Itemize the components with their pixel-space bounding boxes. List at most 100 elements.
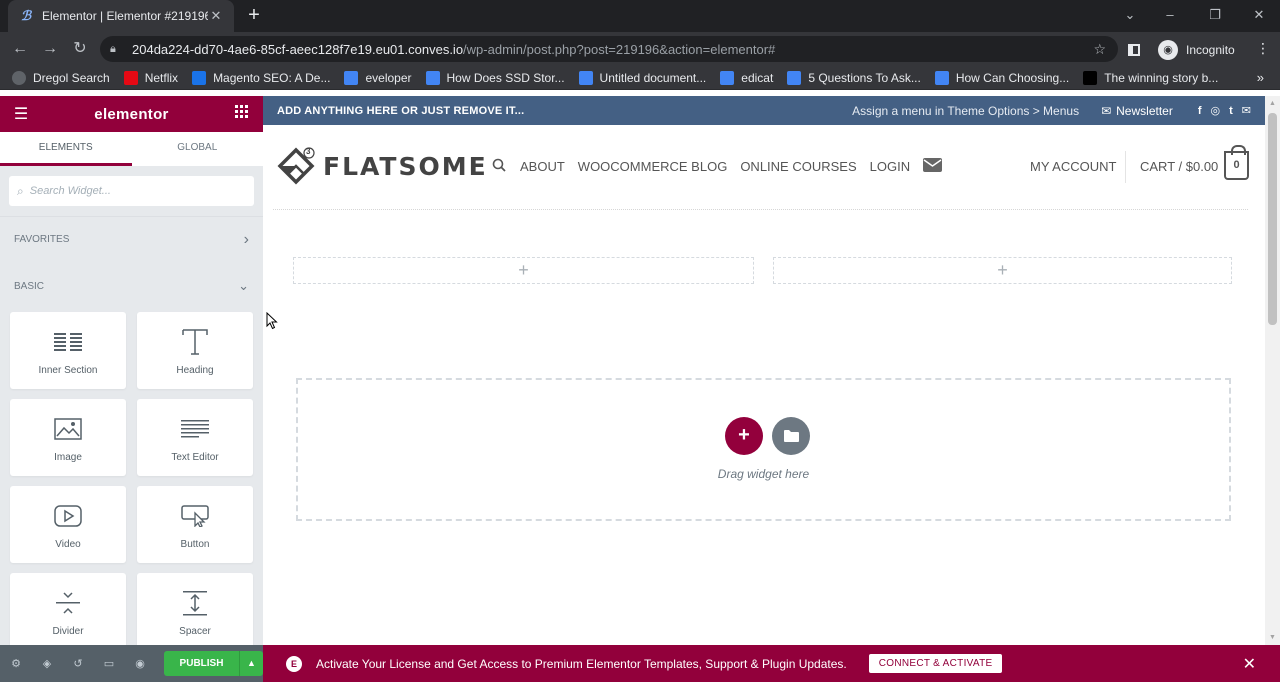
tab-close-icon[interactable]: ✕	[208, 8, 224, 24]
search-icon[interactable]	[492, 158, 506, 175]
inner-section-icon	[54, 325, 82, 359]
bookmark-item[interactable]: Netflix	[123, 70, 178, 85]
tab-elements[interactable]: ELEMENTS	[0, 132, 132, 166]
scroll-down-icon[interactable]: ▼	[1268, 633, 1277, 642]
scroll-up-icon[interactable]: ▲	[1268, 99, 1277, 108]
bookmark-label: Dregol Search	[33, 70, 110, 85]
add-section-button[interactable]: +	[725, 417, 763, 455]
d-icon	[1083, 70, 1098, 85]
bookmark-star-icon[interactable]: ☆	[1093, 41, 1106, 58]
doc-icon	[578, 70, 593, 85]
widget-search-input[interactable]: ⌕ Search Widget...	[9, 176, 254, 206]
profile-label: Incognito	[1186, 43, 1235, 57]
bookmark-item[interactable]: eveloper	[344, 70, 412, 85]
email-icon[interactable]: ✉	[1242, 104, 1251, 117]
new-tab-button[interactable]: +	[244, 5, 264, 25]
widget-heading[interactable]: Heading	[137, 312, 253, 389]
widget-label: Button	[180, 539, 210, 550]
url-field[interactable]: 🔒︎ 204da224-dd70-4ae6-85cf-aeec128f7e19.…	[100, 36, 1118, 62]
bookmarks-more-icon[interactable]: »	[1257, 70, 1264, 85]
bookmark-item[interactable]: The winning story b...	[1083, 70, 1218, 85]
settings-gear-icon[interactable]: ⚙	[8, 656, 24, 672]
top-bar-message: ADD ANYTHING HERE OR JUST REMOVE IT...	[277, 104, 525, 117]
history-icon[interactable]: ↺	[70, 656, 86, 672]
nav-item-about[interactable]: ABOUT	[520, 159, 565, 174]
tab-search-icon[interactable]: ⌄	[1120, 6, 1140, 24]
browser-menu-icon[interactable]: ⋮	[1256, 40, 1270, 57]
mail-icon[interactable]	[923, 158, 943, 175]
category-basic[interactable]: BASIC ⌄	[0, 262, 263, 310]
twitter-icon[interactable]: t	[1229, 105, 1233, 117]
empty-column-left[interactable]: +	[293, 257, 754, 284]
widget-spacer[interactable]: Spacer	[137, 573, 253, 650]
widget-button[interactable]: Button	[137, 486, 253, 563]
panel-tabs: ELEMENTS GLOBAL	[0, 132, 263, 166]
close-icon[interactable]: ✕	[1243, 654, 1256, 674]
magento-icon	[192, 70, 207, 85]
site-logo[interactable]: 3 FLATSOME	[277, 147, 488, 185]
widget-text-editor[interactable]: Text Editor	[137, 399, 253, 476]
bookmark-label: Untitled document...	[599, 70, 707, 85]
tab-title: Elementor | Elementor #219196	[42, 9, 208, 23]
template-library-folder-icon[interactable]	[772, 417, 810, 455]
logo-version-badge: 3	[306, 147, 311, 156]
preview-scrollbar[interactable]: ▲ ▼	[1265, 96, 1280, 645]
publish-button[interactable]: PUBLISH	[164, 651, 239, 676]
close-window-icon[interactable]: ✕	[1249, 6, 1269, 24]
nav-item-woocommerce-blog[interactable]: WOOCOMMERCE BLOG	[578, 159, 728, 174]
nav-item-online-courses[interactable]: ONLINE COURSES	[740, 159, 856, 174]
bookmark-item[interactable]: Magento SEO: A De...	[192, 70, 330, 85]
widget-divider[interactable]: Divider	[10, 573, 126, 650]
instagram-icon[interactable]: ◎	[1211, 104, 1221, 117]
bookmark-item[interactable]: edicat	[720, 70, 774, 85]
widget-image[interactable]: Image	[10, 399, 126, 476]
my-account-link[interactable]: MY ACCOUNT	[1030, 159, 1116, 174]
search-placeholder: Search Widget...	[29, 185, 111, 197]
bookmark-item[interactable]: Dregol Search	[12, 70, 110, 85]
scrollbar-thumb[interactable]	[1268, 113, 1277, 325]
top-bar-menu-link[interactable]: Assign a menu in Theme Options > Menus	[852, 104, 1079, 118]
bookmark-item[interactable]: How Does SSD Stor...	[425, 70, 565, 85]
newsletter-link[interactable]: ✉ Newsletter	[1101, 104, 1173, 118]
elementor-panel: ☰ elementor ELEMENTS GLOBAL ⌕ Search Wid…	[0, 96, 263, 682]
browser-tab[interactable]: ℬ Elementor | Elementor #219196 ✕	[8, 0, 234, 32]
preview-eye-icon[interactable]: ◉	[132, 656, 148, 672]
cart-link[interactable]: CART / $0.00	[1140, 159, 1218, 174]
navigator-layers-icon[interactable]: ◈	[39, 656, 55, 672]
reading-list-icon[interactable]	[1128, 44, 1140, 56]
bookmark-item[interactable]: How Can Choosing...	[934, 70, 1069, 85]
forward-icon[interactable]: →	[40, 39, 60, 59]
license-message: Activate Your License and Get Access to …	[316, 656, 847, 671]
widget-label: Spacer	[179, 626, 211, 637]
cart-count-badge[interactable]: 0	[1224, 145, 1249, 180]
reload-icon[interactable]: ↻	[70, 39, 90, 59]
responsive-mode-icon[interactable]: ▭	[101, 656, 117, 672]
empty-column-right[interactable]: +	[773, 257, 1232, 284]
connect-activate-button[interactable]: CONNECT & ACTIVATE	[868, 654, 1003, 673]
category-favorites[interactable]: FAVORITES ›	[0, 216, 263, 262]
bookmark-item[interactable]: Untitled document...	[578, 70, 707, 85]
divider-icon	[54, 586, 82, 620]
bookmark-item[interactable]: 5 Questions To Ask...	[787, 70, 921, 85]
back-icon[interactable]: ←	[10, 39, 30, 59]
elementor-logo: elementor	[94, 105, 169, 123]
drag-widget-hint: Drag widget here	[717, 467, 810, 481]
publish-options-caret-icon[interactable]: ▲	[239, 651, 263, 676]
globe-icon	[12, 70, 26, 85]
chevron-down-icon: ⌄	[238, 278, 249, 293]
tab-global[interactable]: GLOBAL	[132, 132, 264, 166]
widgets-grid-icon[interactable]	[233, 105, 251, 123]
widget-video[interactable]: Video	[10, 486, 126, 563]
menu-icon[interactable]: ☰	[12, 104, 30, 124]
button-icon	[181, 499, 209, 533]
bookmark-label: edicat	[741, 70, 774, 85]
header-separator	[1125, 151, 1126, 183]
netflix-icon	[123, 70, 138, 85]
restore-icon[interactable]: ❐	[1205, 6, 1225, 24]
minimize-icon[interactable]: –	[1160, 6, 1180, 24]
facebook-icon[interactable]: f	[1198, 105, 1202, 117]
add-section-dropzone[interactable]: + Drag widget here	[296, 378, 1231, 521]
widget-inner-section[interactable]: Inner Section	[10, 312, 126, 389]
profile-area[interactable]: ◉ Incognito	[1128, 40, 1235, 60]
nav-item-login[interactable]: LOGIN	[870, 159, 910, 174]
